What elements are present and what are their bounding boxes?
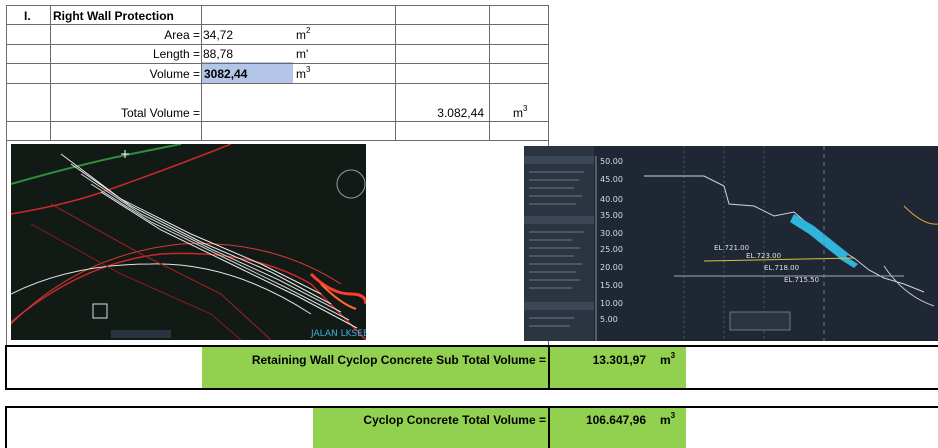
svg-text:JALAN LKSEE: JALAN LKSEE	[310, 329, 366, 339]
cad-section-drawing: 50.00 45.00 40.00 35.00 30.00 25.00 20.0…	[524, 146, 938, 341]
length-label: Length =	[152, 47, 200, 61]
length-value: 88,78	[203, 47, 234, 61]
elev-label-4: 30.00	[600, 229, 623, 238]
volume-label: Volume =	[149, 67, 200, 81]
section-title: Right Wall Protection	[53, 9, 174, 23]
area-label: Area =	[164, 28, 200, 42]
total-volume-unit: m3	[513, 104, 528, 121]
total-volume-label: Total Volume =	[120, 106, 200, 120]
elev-label-3: 35.00	[600, 211, 623, 220]
elev-label-1: 45.00	[600, 175, 623, 184]
length-unit: m'	[296, 47, 309, 61]
annotation-3: EL.718.00	[764, 264, 799, 272]
area-unit: m2	[296, 26, 311, 43]
elev-label-6: 20.00	[600, 263, 623, 272]
cad-plan-image: JALAN LKSEE	[11, 144, 366, 340]
total-value: 106.647,96	[585, 413, 646, 427]
elev-label-0: 50.00	[600, 157, 623, 166]
cad-section-image: 50.00 45.00 40.00 35.00 30.00 25.00 20.0…	[524, 146, 938, 341]
annotation-2: EL.723.00	[746, 252, 781, 260]
subtotal-value: 13.301,97	[592, 353, 646, 367]
subtotal-unit: m3	[660, 351, 676, 368]
total-unit: m3	[660, 411, 676, 428]
volume-value: 3082,44	[204, 67, 248, 81]
elev-label-7: 15.00	[600, 281, 623, 290]
elev-label-9: 5.00	[600, 315, 618, 324]
elev-label-2: 40.00	[600, 195, 623, 204]
total-label: Cyclop Concrete Total Volume =	[363, 413, 546, 427]
elev-label-5: 25.00	[600, 245, 623, 254]
area-value: 34,72	[203, 28, 234, 42]
section-number: I.	[24, 9, 31, 23]
elev-label-8: 10.00	[600, 299, 623, 308]
cad-plan-drawing: JALAN LKSEE	[11, 144, 366, 340]
total-volume-value: 3.082,44	[437, 106, 484, 120]
subtotal-label: Retaining Wall Cyclop Concrete Sub Total…	[251, 353, 546, 367]
volume-unit: m3	[296, 65, 311, 82]
annotation-4: EL.715.50	[784, 276, 819, 284]
annotation-1: EL.721.00	[714, 244, 749, 252]
